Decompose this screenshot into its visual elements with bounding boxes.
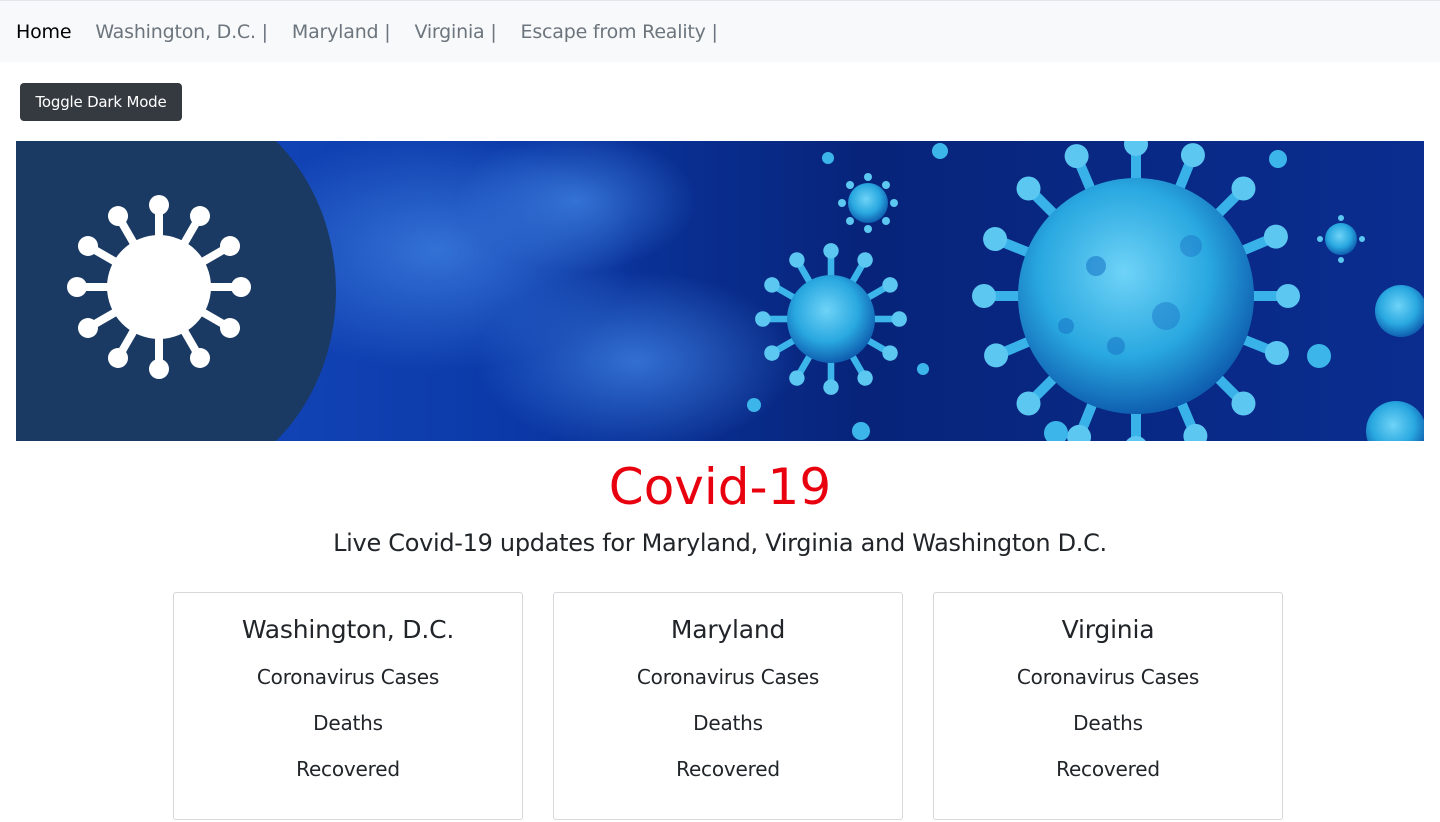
card-title: Washington, D.C.: [241, 615, 455, 644]
nav-washington-dc-link[interactable]: Washington, D.C. |: [95, 21, 268, 43]
top-navbar: Home Washington, D.C. | Maryland | Virgi…: [0, 0, 1440, 62]
card-title: Maryland: [670, 615, 786, 644]
deaths-label: Deaths: [693, 711, 763, 735]
cases-label: Coronavirus Cases: [636, 665, 820, 689]
page-title: Covid-19: [608, 458, 832, 516]
toggle-dark-mode-button[interactable]: Toggle Dark Mode: [20, 83, 182, 121]
page-subtitle: Live Covid-19 updates for Maryland, Virg…: [333, 529, 1107, 557]
cases-label: Coronavirus Cases: [1016, 665, 1200, 689]
recovered-label: Recovered: [296, 757, 400, 781]
nav-maryland-link[interactable]: Maryland |: [292, 21, 391, 43]
card-title: Virginia: [1061, 615, 1155, 644]
recovered-label: Recovered: [676, 757, 780, 781]
nav-home-link[interactable]: Home: [16, 21, 72, 43]
recovered-label: Recovered: [1056, 757, 1160, 781]
virginia-card: Virginia Coronavirus Cases Deaths Recove…: [933, 592, 1283, 820]
nav-escape-from-reality-link[interactable]: Escape from Reality |: [521, 21, 718, 43]
washington-dc-card: Washington, D.C. Coronavirus Cases Death…: [173, 592, 523, 820]
maryland-card: Maryland Coronavirus Cases Deaths Recove…: [553, 592, 903, 820]
cases-label: Coronavirus Cases: [256, 665, 440, 689]
nav-virginia-link[interactable]: Virginia |: [414, 21, 496, 43]
covid-banner-image: [16, 141, 1424, 441]
deaths-label: Deaths: [313, 711, 383, 735]
deaths-label: Deaths: [1073, 711, 1143, 735]
large-virus-illustration: [972, 141, 1300, 441]
